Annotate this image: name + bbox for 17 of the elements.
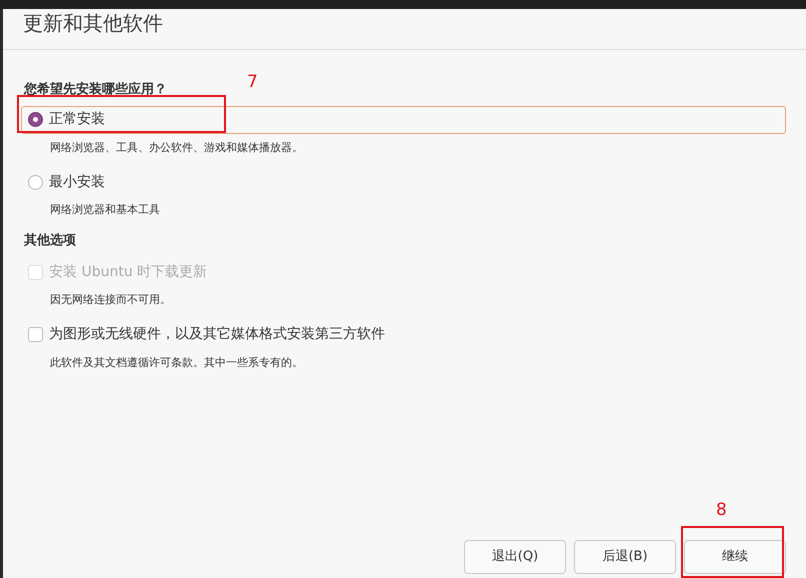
button[interactable]: 退出(Q) <box>464 540 566 574</box>
radio-option[interactable]: 正常安装 <box>21 106 786 134</box>
option-description: 因无网络连接而不可用。 <box>50 292 172 308</box>
annotation-number: 7 <box>247 71 258 94</box>
checkbox[interactable] <box>28 327 43 342</box>
section-heading: 您希望先安装哪些应用？ <box>24 80 167 99</box>
option-description: 网络浏览器和基本工具 <box>50 202 161 218</box>
option-description: 此软件及其文档遵循许可条款。其中一些系专有的。 <box>50 354 304 370</box>
checkbox-option: 安装 Ubuntu 时下载更新 <box>21 258 786 286</box>
checkbox-option[interactable]: 为图形或无线硬件，以及其它媒体格式安装第三方软件 <box>21 320 786 348</box>
section-heading: 其他选项 <box>24 232 77 250</box>
button[interactable]: 后退(B) <box>574 540 676 574</box>
radio-option[interactable]: 最小安装 <box>21 168 786 196</box>
window-title: 更新和其他软件 <box>23 11 163 35</box>
option-description: 网络浏览器、工具、办公软件、游戏和媒体播放器。 <box>50 140 304 156</box>
annotation-number: 8 <box>716 499 727 522</box>
button[interactable]: 继续 <box>684 540 786 574</box>
